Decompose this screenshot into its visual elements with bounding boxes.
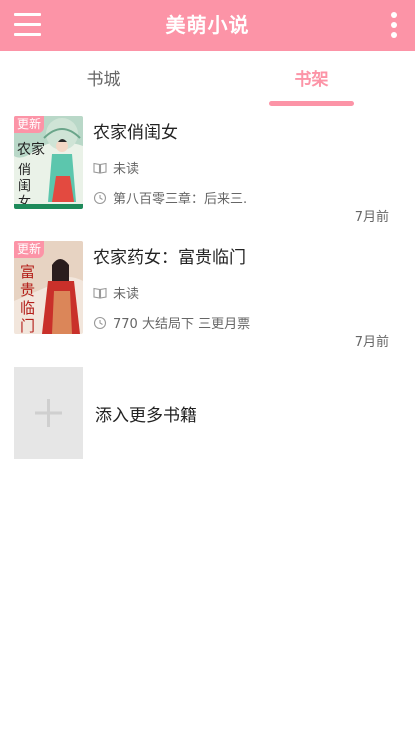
tab-bar: 书城 书架: [0, 51, 415, 109]
book-cover: 农家 俏 闺 女 更新: [14, 116, 83, 209]
svg-text:贵: 贵: [20, 281, 35, 299]
latest-chapter: 第八百零三章：后来三.: [93, 191, 247, 209]
update-time: 7月前: [354, 210, 389, 225]
svg-text:富: 富: [20, 263, 35, 281]
svg-text:门: 门: [20, 317, 35, 334]
update-badge: 更新: [14, 241, 45, 258]
latest-chapter-text: 第八百零三章：后来三.: [113, 192, 248, 207]
read-status: 未读: [93, 286, 139, 304]
latest-chapter-text: 770 大结局下 三更月票: [113, 317, 251, 332]
book-open-icon: [93, 162, 107, 174]
active-tab-indicator: [269, 101, 354, 106]
app-title: 美萌小说: [165, 13, 250, 37]
latest-chapter: 770 大结局下 三更月票: [93, 316, 250, 334]
read-status-text: 未读: [113, 162, 140, 177]
clock-icon: [93, 191, 107, 205]
svg-text:临: 临: [20, 299, 35, 317]
add-book-label[interactable]: 添入更多书籍: [95, 401, 197, 426]
svg-text:闺: 闺: [18, 179, 31, 194]
plus-icon: [35, 399, 62, 427]
update-time: 7月前: [354, 335, 389, 350]
more-options-icon[interactable]: [389, 12, 399, 40]
read-status-text: 未读: [113, 287, 140, 302]
svg-text:农家: 农家: [17, 141, 45, 158]
svg-text:俏: 俏: [18, 163, 31, 178]
clock-icon: [93, 316, 107, 330]
book-title: 农家俏闺女: [93, 123, 178, 143]
book-title: 农家药女：富贵临门: [93, 248, 246, 268]
read-status: 未读: [93, 161, 139, 179]
tab-bookstore[interactable]: 书城: [0, 51, 207, 109]
add-book-button[interactable]: [14, 367, 83, 459]
app-bar: 美萌小说: [0, 0, 415, 51]
book-cover: 富 贵 临 门 更新: [14, 241, 83, 334]
book-item[interactable]: 农家 俏 闺 女 更新 农家俏闺女 未读 第八百零三章：后来三. 7月前: [0, 116, 415, 231]
update-badge: 更新: [14, 116, 45, 133]
book-open-icon: [93, 287, 107, 299]
book-item[interactable]: 富 贵 临 门 更新 农家药女：富贵临门 未读 770 大结局下 三更月票 7月…: [0, 241, 415, 356]
